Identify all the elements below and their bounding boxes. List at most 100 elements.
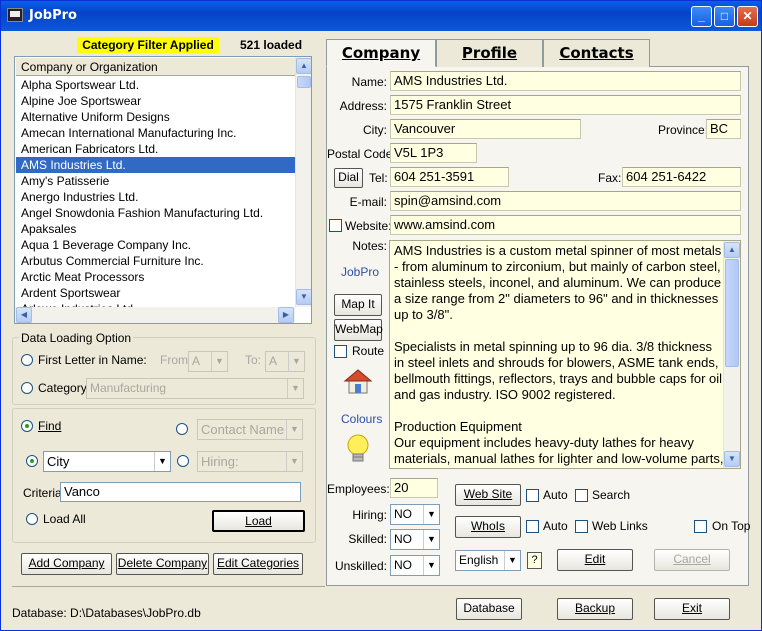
address-label: Address: bbox=[339, 99, 387, 113]
auto-website-checkbox[interactable] bbox=[526, 489, 539, 502]
edit-button[interactable]: Edit bbox=[557, 549, 633, 571]
tel-label: Tel: bbox=[369, 171, 388, 185]
province-field[interactable]: BC bbox=[706, 119, 741, 139]
list-vertical-scrollbar[interactable]: ▲ ▼ bbox=[295, 57, 311, 307]
find-radio[interactable] bbox=[21, 420, 33, 432]
list-item[interactable]: Alpha Sportswear Ltd. bbox=[16, 77, 296, 93]
language-value: English bbox=[459, 553, 499, 567]
delete-company-button[interactable]: Delete Company bbox=[116, 553, 209, 575]
scroll-thumb[interactable] bbox=[725, 259, 739, 367]
scroll-down-icon[interactable]: ▼ bbox=[724, 451, 740, 467]
chevron-down-icon: ▼ bbox=[286, 420, 302, 439]
scroll-thumb[interactable] bbox=[297, 76, 311, 88]
list-item[interactable]: Arbutus Commercial Furniture Inc. bbox=[16, 253, 296, 269]
load-button[interactable]: Load bbox=[212, 510, 305, 532]
language-select[interactable]: English ▼ bbox=[455, 550, 521, 571]
help-icon[interactable]: ? bbox=[527, 552, 542, 569]
minimize-button[interactable]: _ bbox=[691, 6, 712, 27]
list-item[interactable]: Amecan International Manufacturing Inc. bbox=[16, 125, 296, 141]
address-field[interactable]: 1575 Franklin Street bbox=[390, 95, 741, 115]
house-icon[interactable] bbox=[343, 367, 373, 395]
edit-categories-button[interactable]: Edit Categories bbox=[213, 553, 303, 575]
route-label: Route bbox=[352, 344, 385, 358]
close-button[interactable]: ✕ bbox=[737, 6, 758, 27]
scroll-right-icon[interactable]: ▶ bbox=[278, 307, 294, 323]
list-item[interactable]: Aqua 1 Beverage Company Inc. bbox=[16, 237, 296, 253]
contact-name-value: Contact Name bbox=[201, 422, 285, 437]
list-item[interactable]: Arctic Meat Processors bbox=[16, 269, 296, 285]
list-header[interactable]: Company or Organization bbox=[16, 58, 296, 76]
dial-button[interactable]: Dial bbox=[334, 168, 363, 188]
tel-field[interactable]: 604 251-3591 bbox=[390, 167, 509, 187]
list-item[interactable]: Apaksales bbox=[16, 221, 296, 237]
category-select[interactable]: Manufacturing ▼ bbox=[86, 378, 304, 399]
list-item[interactable]: Ardent Sportswear bbox=[16, 285, 296, 301]
unskilled-select[interactable]: NO ▼ bbox=[390, 555, 440, 576]
name-field[interactable]: AMS Industries Ltd. bbox=[390, 71, 741, 91]
database-button[interactable]: Database bbox=[456, 598, 522, 620]
criteria-input[interactable]: Vanco bbox=[60, 482, 301, 502]
category-radio[interactable] bbox=[21, 382, 33, 394]
contact-name-radio[interactable] bbox=[176, 423, 188, 435]
tab-contacts[interactable]: Contacts bbox=[543, 39, 650, 67]
list-horizontal-scrollbar[interactable]: ◀ ▶ bbox=[15, 307, 295, 323]
skilled-select[interactable]: NO ▼ bbox=[390, 529, 440, 550]
city-radio[interactable] bbox=[26, 455, 38, 467]
company-list[interactable]: Company or Organization Alpha Sportswear… bbox=[14, 56, 312, 324]
route-checkbox[interactable] bbox=[334, 345, 347, 358]
website-label: Website: bbox=[345, 219, 392, 233]
tab-company[interactable]: Company bbox=[326, 39, 436, 67]
exit-button[interactable]: Exit bbox=[654, 598, 730, 620]
scroll-down-icon[interactable]: ▼ bbox=[296, 289, 311, 305]
web-site-button[interactable]: Web Site bbox=[455, 484, 521, 506]
notes-textarea[interactable]: AMS Industries is a custom metal spinner… bbox=[389, 240, 741, 469]
employees-label: Employees: bbox=[327, 482, 390, 496]
list-item[interactable]: Alpine Joe Sportswear bbox=[16, 93, 296, 109]
cancel-button[interactable]: Cancel bbox=[654, 549, 730, 571]
web-links-checkbox[interactable] bbox=[575, 520, 588, 533]
hiring-radio[interactable] bbox=[177, 455, 189, 467]
notes-scrollbar[interactable]: ▲ ▼ bbox=[723, 241, 740, 468]
scroll-up-icon[interactable]: ▲ bbox=[296, 58, 311, 74]
whois-button[interactable]: WhoIs bbox=[455, 516, 521, 538]
scroll-left-icon[interactable]: ◀ bbox=[16, 307, 32, 323]
list-item[interactable]: AMS Industries Ltd. bbox=[16, 157, 296, 173]
website-field[interactable]: www.amsind.com bbox=[390, 215, 741, 235]
load-all-radio[interactable] bbox=[26, 513, 38, 525]
webmap-button[interactable]: WebMap bbox=[334, 319, 383, 341]
email-field[interactable]: spin@amsind.com bbox=[390, 191, 741, 211]
postal-code-field[interactable]: V5L 1P3 bbox=[390, 143, 477, 163]
fax-field[interactable]: 604 251-6422 bbox=[622, 167, 741, 187]
list-item[interactable]: Anergo Industries Ltd. bbox=[16, 189, 296, 205]
city-field[interactable]: Vancouver bbox=[390, 119, 581, 139]
tab-profile[interactable]: Profile bbox=[436, 39, 543, 67]
website-checkbox[interactable] bbox=[329, 219, 342, 232]
to-select[interactable]: A ▼ bbox=[265, 351, 305, 372]
from-select[interactable]: A ▼ bbox=[188, 351, 228, 372]
to-value: A bbox=[269, 354, 278, 368]
hiring-select[interactable]: NO ▼ bbox=[390, 504, 440, 525]
from-label: From: bbox=[160, 353, 192, 367]
title-bar[interactable]: JobPro _ □ ✕ bbox=[1, 1, 761, 31]
chevron-down-icon: ▼ bbox=[287, 379, 303, 398]
load-all-label: Load All bbox=[43, 512, 86, 526]
lightbulb-icon[interactable] bbox=[344, 433, 372, 465]
contact-name-select[interactable]: Contact Name ▼ bbox=[197, 419, 303, 440]
maximize-button[interactable]: □ bbox=[714, 6, 735, 27]
list-item[interactable]: American Fabricators Ltd. bbox=[16, 141, 296, 157]
backup-button[interactable]: Backup bbox=[557, 598, 633, 620]
on-top-checkbox[interactable] bbox=[694, 520, 707, 533]
map-it-button[interactable]: Map It bbox=[334, 294, 382, 316]
first-letter-radio[interactable] bbox=[21, 354, 33, 366]
find-field-select[interactable]: City ▼ bbox=[43, 451, 171, 472]
add-company-button[interactable]: Add Company bbox=[21, 553, 112, 575]
auto-whois-checkbox[interactable] bbox=[526, 520, 539, 533]
list-item[interactable]: Amy's Patisserie bbox=[16, 173, 296, 189]
employees-field[interactable]: 20 bbox=[390, 478, 438, 498]
list-item[interactable]: Angel Snowdonia Fashion Manufacturing Lt… bbox=[16, 205, 296, 221]
list-item[interactable]: Alternative Uniform Designs bbox=[16, 109, 296, 125]
to-label: To: bbox=[245, 353, 262, 367]
scroll-up-icon[interactable]: ▲ bbox=[724, 242, 740, 258]
search-checkbox[interactable] bbox=[575, 489, 588, 502]
hiring-filter-select[interactable]: Hiring: ▼ bbox=[197, 451, 303, 472]
